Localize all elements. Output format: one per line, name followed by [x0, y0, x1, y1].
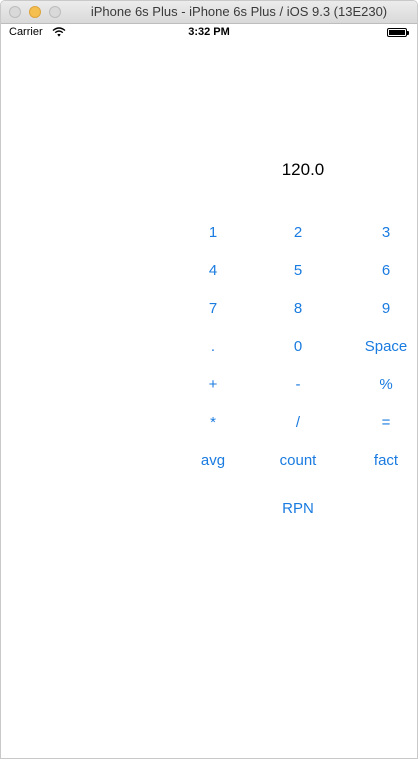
key-avg[interactable]: avg: [173, 449, 253, 473]
key-subtract[interactable]: -: [258, 373, 338, 397]
key-4[interactable]: 4: [173, 259, 253, 283]
key-1[interactable]: 1: [173, 221, 253, 245]
key-fact[interactable]: fact: [346, 449, 417, 473]
simulator-window: iPhone 6s Plus - iPhone 6s Plus / iOS 9.…: [0, 0, 418, 759]
key-space[interactable]: Space: [346, 335, 417, 359]
key-9[interactable]: 9: [346, 297, 417, 321]
key-add[interactable]: +: [173, 373, 253, 397]
key-2[interactable]: 2: [258, 221, 338, 245]
key-percent[interactable]: %: [346, 373, 417, 397]
key-7[interactable]: 7: [173, 297, 253, 321]
key-count[interactable]: count: [258, 449, 338, 473]
key-8[interactable]: 8: [258, 297, 338, 321]
status-time: 3:32 PM: [188, 26, 230, 38]
zoom-window-button[interactable]: [49, 6, 61, 18]
window-title: iPhone 6s Plus - iPhone 6s Plus / iOS 9.…: [90, 4, 388, 19]
minimize-window-button[interactable]: [29, 6, 41, 18]
calculator-display: 120.0: [281, 160, 325, 179]
close-window-button[interactable]: [9, 6, 21, 18]
key-5[interactable]: 5: [258, 259, 338, 283]
ios-status-bar: Carrier 3:32 PM: [1, 24, 417, 42]
key-3[interactable]: 3: [346, 221, 417, 245]
key-decimal-point[interactable]: .: [173, 335, 253, 359]
battery-icon: [387, 28, 407, 37]
key-equals[interactable]: =: [346, 411, 417, 435]
key-multiply[interactable]: *: [173, 411, 253, 435]
window-title-bar: iPhone 6s Plus - iPhone 6s Plus / iOS 9.…: [1, 1, 417, 24]
key-6[interactable]: 6: [346, 259, 417, 283]
battery-tip-icon: [407, 31, 409, 35]
rpn-button[interactable]: RPN: [258, 497, 338, 521]
key-divide[interactable]: /: [258, 411, 338, 435]
key-0[interactable]: 0: [258, 335, 338, 359]
